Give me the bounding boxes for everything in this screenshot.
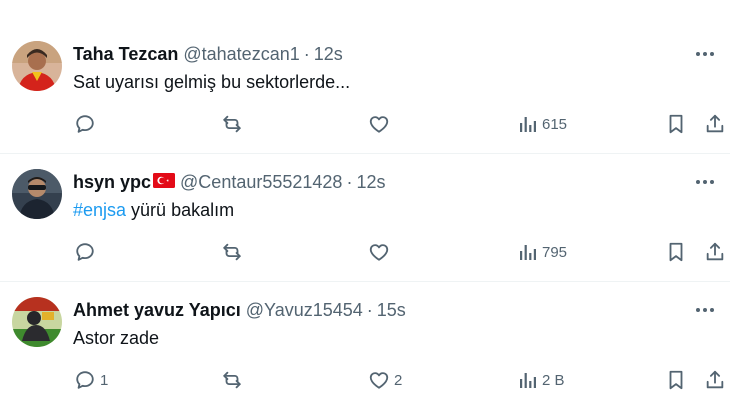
reply-button[interactable] [74,238,100,266]
like-button[interactable] [368,110,394,138]
author-handle[interactable]: @Centaur55521428 [180,172,342,193]
like-count: 2 [394,371,403,389]
author-handle[interactable]: @tahatezcan1 [183,44,299,65]
views-button[interactable]: 2 B [518,366,565,394]
bookmark-button[interactable] [666,110,686,138]
more-horizontal-icon[interactable] [690,170,720,194]
views-icon [518,114,538,134]
views-icon [518,242,538,262]
author-name[interactable]: Taha Tezcan [73,44,178,65]
views-button[interactable]: 615 [518,110,567,138]
tweet-feed: Taha Tezcan @tahatezcan1 · 12s Sat uyarı… [0,0,730,420]
reply-icon [74,113,96,135]
reply-count: 1 [100,371,109,389]
tweet-actions: 615 [0,110,730,138]
view-count: 615 [542,115,568,133]
separator-dot: · [346,171,353,192]
tweet-text: Astor zade [73,328,160,348]
bookmark-button[interactable] [666,238,686,266]
retweet-icon [220,369,244,391]
author-name[interactable]: hsyn ypc [73,172,151,193]
share-button[interactable] [704,110,726,138]
tweet-text: #enjsa yürü bakalım [73,200,234,221]
reply-icon [74,369,96,391]
retweet-icon [220,113,244,135]
reply-icon [74,241,96,263]
tweet-header: Ahmet yavuz Yapıcı @Yavuz15454 · 15s [73,298,406,322]
like-button[interactable] [368,238,394,266]
heart-icon [368,113,390,135]
separator-dot: · [366,299,373,320]
retweet-button[interactable] [220,366,248,394]
hashtag-link[interactable]: #enjsa [73,200,126,220]
more-horizontal-icon[interactable] [690,42,720,66]
more-horizontal-icon[interactable] [690,298,720,322]
avatar[interactable] [12,169,62,219]
like-button[interactable]: 2 [368,366,402,394]
timestamp[interactable]: 12s [356,172,385,193]
tweet-text: Sat uyarısı gelmiş bu sektorlerde... [73,72,351,92]
tweet[interactable]: Ahmet yavuz Yapıcı @Yavuz15454 · 15s Ast… [0,282,730,420]
reply-button[interactable]: 1 [74,366,108,394]
tweet-actions: 1 2 2 B [0,366,730,394]
tweet-actions: 795 [0,238,730,266]
tweet-header: Taha Tezcan @tahatezcan1 · 12s [73,42,343,66]
views-button[interactable]: 795 [518,238,567,266]
retweet-icon [220,241,244,263]
turkey-flag-icon [153,172,176,193]
tweet[interactable]: hsyn ypc @Centaur55521428 · 12s #enjsa y… [0,154,730,282]
heart-icon [368,241,390,263]
heart-icon [368,369,390,391]
timestamp[interactable]: 15s [377,300,406,321]
share-icon [704,241,726,263]
view-count: 795 [542,243,568,261]
author-name[interactable]: Ahmet yavuz Yapıcı [73,300,241,321]
author-handle[interactable]: @Yavuz15454 [246,300,363,321]
retweet-button[interactable] [220,238,248,266]
view-count: 2 B [542,371,565,389]
avatar[interactable] [12,41,62,91]
share-icon [704,369,726,391]
tweet-header: hsyn ypc @Centaur55521428 · 12s [73,170,385,194]
bookmark-icon [666,113,686,135]
share-icon [704,113,726,135]
bookmark-icon [666,241,686,263]
tweet[interactable]: Taha Tezcan @tahatezcan1 · 12s Sat uyarı… [0,26,730,154]
bookmark-icon [666,369,686,391]
avatar[interactable] [12,297,62,347]
bookmark-button[interactable] [666,366,686,394]
separator-dot: · [303,43,310,64]
views-icon [518,370,538,390]
retweet-button[interactable] [220,110,248,138]
timestamp[interactable]: 12s [314,44,343,65]
share-button[interactable] [704,238,726,266]
share-button[interactable] [704,366,726,394]
tweet-text-body: yürü bakalım [126,200,235,220]
reply-button[interactable] [74,110,100,138]
